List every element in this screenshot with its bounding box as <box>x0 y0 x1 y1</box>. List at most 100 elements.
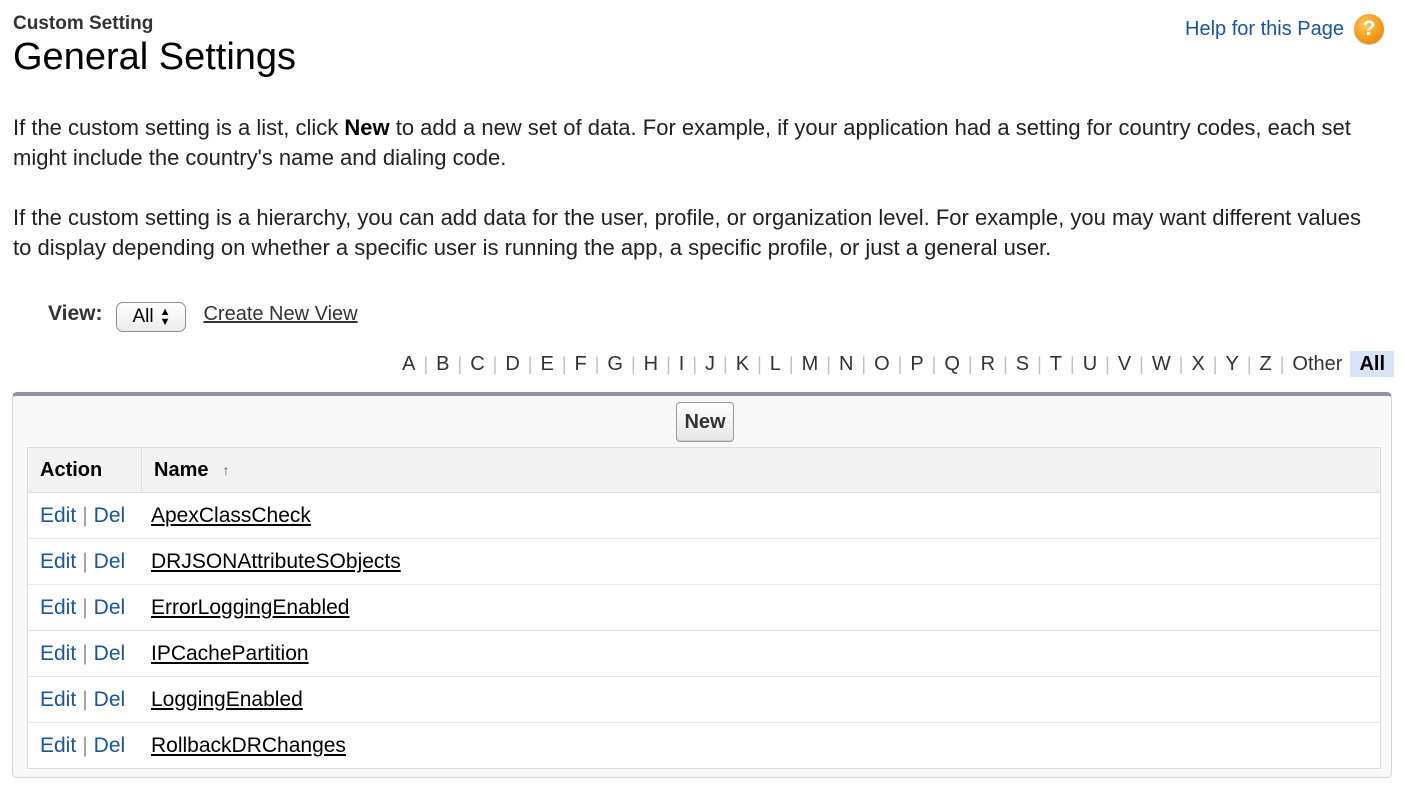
table-body: Edit | Del ApexClassCheck Edit | Del DRJSONAttr… <box>28 493 1380 768</box>
alpha-filter-y[interactable]: Y <box>1217 351 1246 377</box>
edit-link[interactable]: Edit <box>40 688 76 712</box>
row-action-cell: Edit | Del <box>28 504 142 528</box>
button-row: New <box>13 402 1391 442</box>
setting-name-link[interactable]: ApexClassCheck <box>151 504 311 527</box>
settings-table: Action Name ↑ Edit | Del ApexClassCheck Edit |… <box>27 447 1381 769</box>
alpha-filter-other[interactable]: Other <box>1284 351 1350 377</box>
alpha-filter-r[interactable]: R <box>973 351 1003 377</box>
alpha-filter-s[interactable]: S <box>1008 351 1037 377</box>
del-link[interactable]: Del <box>94 642 126 666</box>
page-title: General Settings <box>13 36 297 78</box>
page-eyebrow: Custom Setting <box>13 13 154 34</box>
intro-p1-pre: If the custom setting is a list, click <box>13 115 345 140</box>
alphabet-filter: A | B | C | D | E | F | G | H | I | J | K | L | M | N | O | P | Q | R | S | T |… <box>394 351 1394 377</box>
table-row: Edit | Del LoggingEnabled <box>28 677 1380 723</box>
alpha-filter-d[interactable]: D <box>497 351 527 377</box>
alpha-filter-z[interactable]: Z <box>1252 351 1280 377</box>
alpha-filter-q[interactable]: Q <box>936 351 968 377</box>
del-link[interactable]: Del <box>94 734 126 758</box>
del-link[interactable]: Del <box>94 504 126 528</box>
row-name-cell: DRJSONAttributeSObjects <box>142 550 1380 574</box>
row-name-cell: RollbackDRChanges <box>142 734 1380 758</box>
alpha-filter-g[interactable]: G <box>599 351 631 377</box>
alpha-filter-h[interactable]: H <box>636 351 666 377</box>
view-bar: View: All ▲ ▼ Create New View <box>48 296 358 332</box>
row-action-cell: Edit | Del <box>28 688 142 712</box>
intro-paragraph-hierarchy: If the custom setting is a hierarchy, yo… <box>13 205 1362 260</box>
edit-link[interactable]: Edit <box>40 550 76 574</box>
list-panel: New Action Name ↑ Edit | Del ApexClassCheck E… <box>12 392 1392 778</box>
view-label: View: <box>48 302 103 325</box>
row-name-cell: LoggingEnabled <box>142 688 1380 712</box>
select-arrows-icon: ▲ ▼ <box>159 306 171 328</box>
del-link[interactable]: Del <box>94 688 126 712</box>
action-separator: | <box>82 733 88 757</box>
alpha-filter-all[interactable]: All <box>1350 351 1394 377</box>
intro-paragraph-list: If the custom setting is a list, click N… <box>13 113 1383 173</box>
view-select[interactable]: All ▲ ▼ <box>116 302 187 332</box>
alpha-filter-k[interactable]: K <box>728 351 757 377</box>
column-header-name-label: Name <box>154 458 209 481</box>
alpha-filter-p[interactable]: P <box>902 351 931 377</box>
edit-link[interactable]: Edit <box>40 504 76 528</box>
view-select-value: All <box>132 306 154 327</box>
row-action-cell: Edit | Del <box>28 550 142 574</box>
help-for-this-page-link[interactable]: Help for this Page <box>1185 18 1344 41</box>
create-new-view-link[interactable]: Create New View <box>203 303 357 326</box>
table-row: Edit | Del IPCachePartition <box>28 631 1380 677</box>
column-header-name[interactable]: Name ↑ <box>142 448 1380 492</box>
table-header-row: Action Name ↑ <box>28 448 1380 493</box>
alpha-filter-l[interactable]: L <box>762 351 789 377</box>
alpha-filter-j[interactable]: J <box>697 351 723 377</box>
setting-name-link[interactable]: ErrorLoggingEnabled <box>151 596 349 619</box>
intro-p1-bold: New <box>344 115 390 140</box>
alpha-filter-t[interactable]: T <box>1042 351 1070 377</box>
setting-name-link[interactable]: RollbackDRChanges <box>151 734 346 757</box>
alpha-filter-e[interactable]: E <box>532 351 561 377</box>
del-link[interactable]: Del <box>94 596 126 620</box>
row-name-cell: IPCachePartition <box>142 642 1380 666</box>
action-separator: | <box>82 549 88 573</box>
row-action-cell: Edit | Del <box>28 734 142 758</box>
edit-link[interactable]: Edit <box>40 642 76 666</box>
alpha-filter-b[interactable]: B <box>428 351 457 377</box>
action-separator: | <box>82 641 88 665</box>
table-row: Edit | Del ErrorLoggingEnabled <box>28 585 1380 631</box>
action-separator: | <box>82 503 88 527</box>
alpha-filter-m[interactable]: M <box>794 351 827 377</box>
sort-ascending-icon[interactable]: ↑ <box>222 462 229 478</box>
help-icon[interactable]: ? <box>1354 14 1384 44</box>
alpha-filter-n[interactable]: N <box>831 351 861 377</box>
setting-name-link[interactable]: LoggingEnabled <box>151 688 303 711</box>
alpha-filter-w[interactable]: W <box>1144 351 1179 377</box>
row-name-cell: ErrorLoggingEnabled <box>142 596 1380 620</box>
column-header-action-label: Action <box>40 458 103 481</box>
edit-link[interactable]: Edit <box>40 734 76 758</box>
setting-name-link[interactable]: IPCachePartition <box>151 642 309 665</box>
column-header-action: Action <box>28 448 142 492</box>
table-row: Edit | Del ApexClassCheck <box>28 493 1380 539</box>
action-separator: | <box>82 687 88 711</box>
row-action-cell: Edit | Del <box>28 642 142 666</box>
alpha-filter-a[interactable]: A <box>394 351 423 377</box>
row-name-cell: ApexClassCheck <box>142 504 1380 528</box>
page: Custom Setting General Settings Help for… <box>0 0 1406 790</box>
alpha-filter-f[interactable]: F <box>567 351 595 377</box>
alpha-filter-u[interactable]: U <box>1075 351 1105 377</box>
alpha-filter-i[interactable]: I <box>671 351 693 377</box>
new-button[interactable]: New <box>676 402 734 442</box>
alpha-filter-o[interactable]: O <box>866 351 898 377</box>
help-area: Help for this Page ? <box>1185 14 1384 44</box>
alpha-filter-c[interactable]: C <box>462 351 492 377</box>
edit-link[interactable]: Edit <box>40 596 76 620</box>
alpha-filter-v[interactable]: V <box>1110 351 1139 377</box>
alpha-filter-x[interactable]: X <box>1183 351 1212 377</box>
row-action-cell: Edit | Del <box>28 596 142 620</box>
table-row: Edit | Del DRJSONAttributeSObjects <box>28 539 1380 585</box>
intro-text: If the custom setting is a list, click N… <box>13 113 1383 293</box>
table-row: Edit | Del RollbackDRChanges <box>28 723 1380 768</box>
action-separator: | <box>82 595 88 619</box>
setting-name-link[interactable]: DRJSONAttributeSObjects <box>151 550 401 573</box>
del-link[interactable]: Del <box>94 550 126 574</box>
page-header: Custom Setting General Settings <box>13 12 296 79</box>
